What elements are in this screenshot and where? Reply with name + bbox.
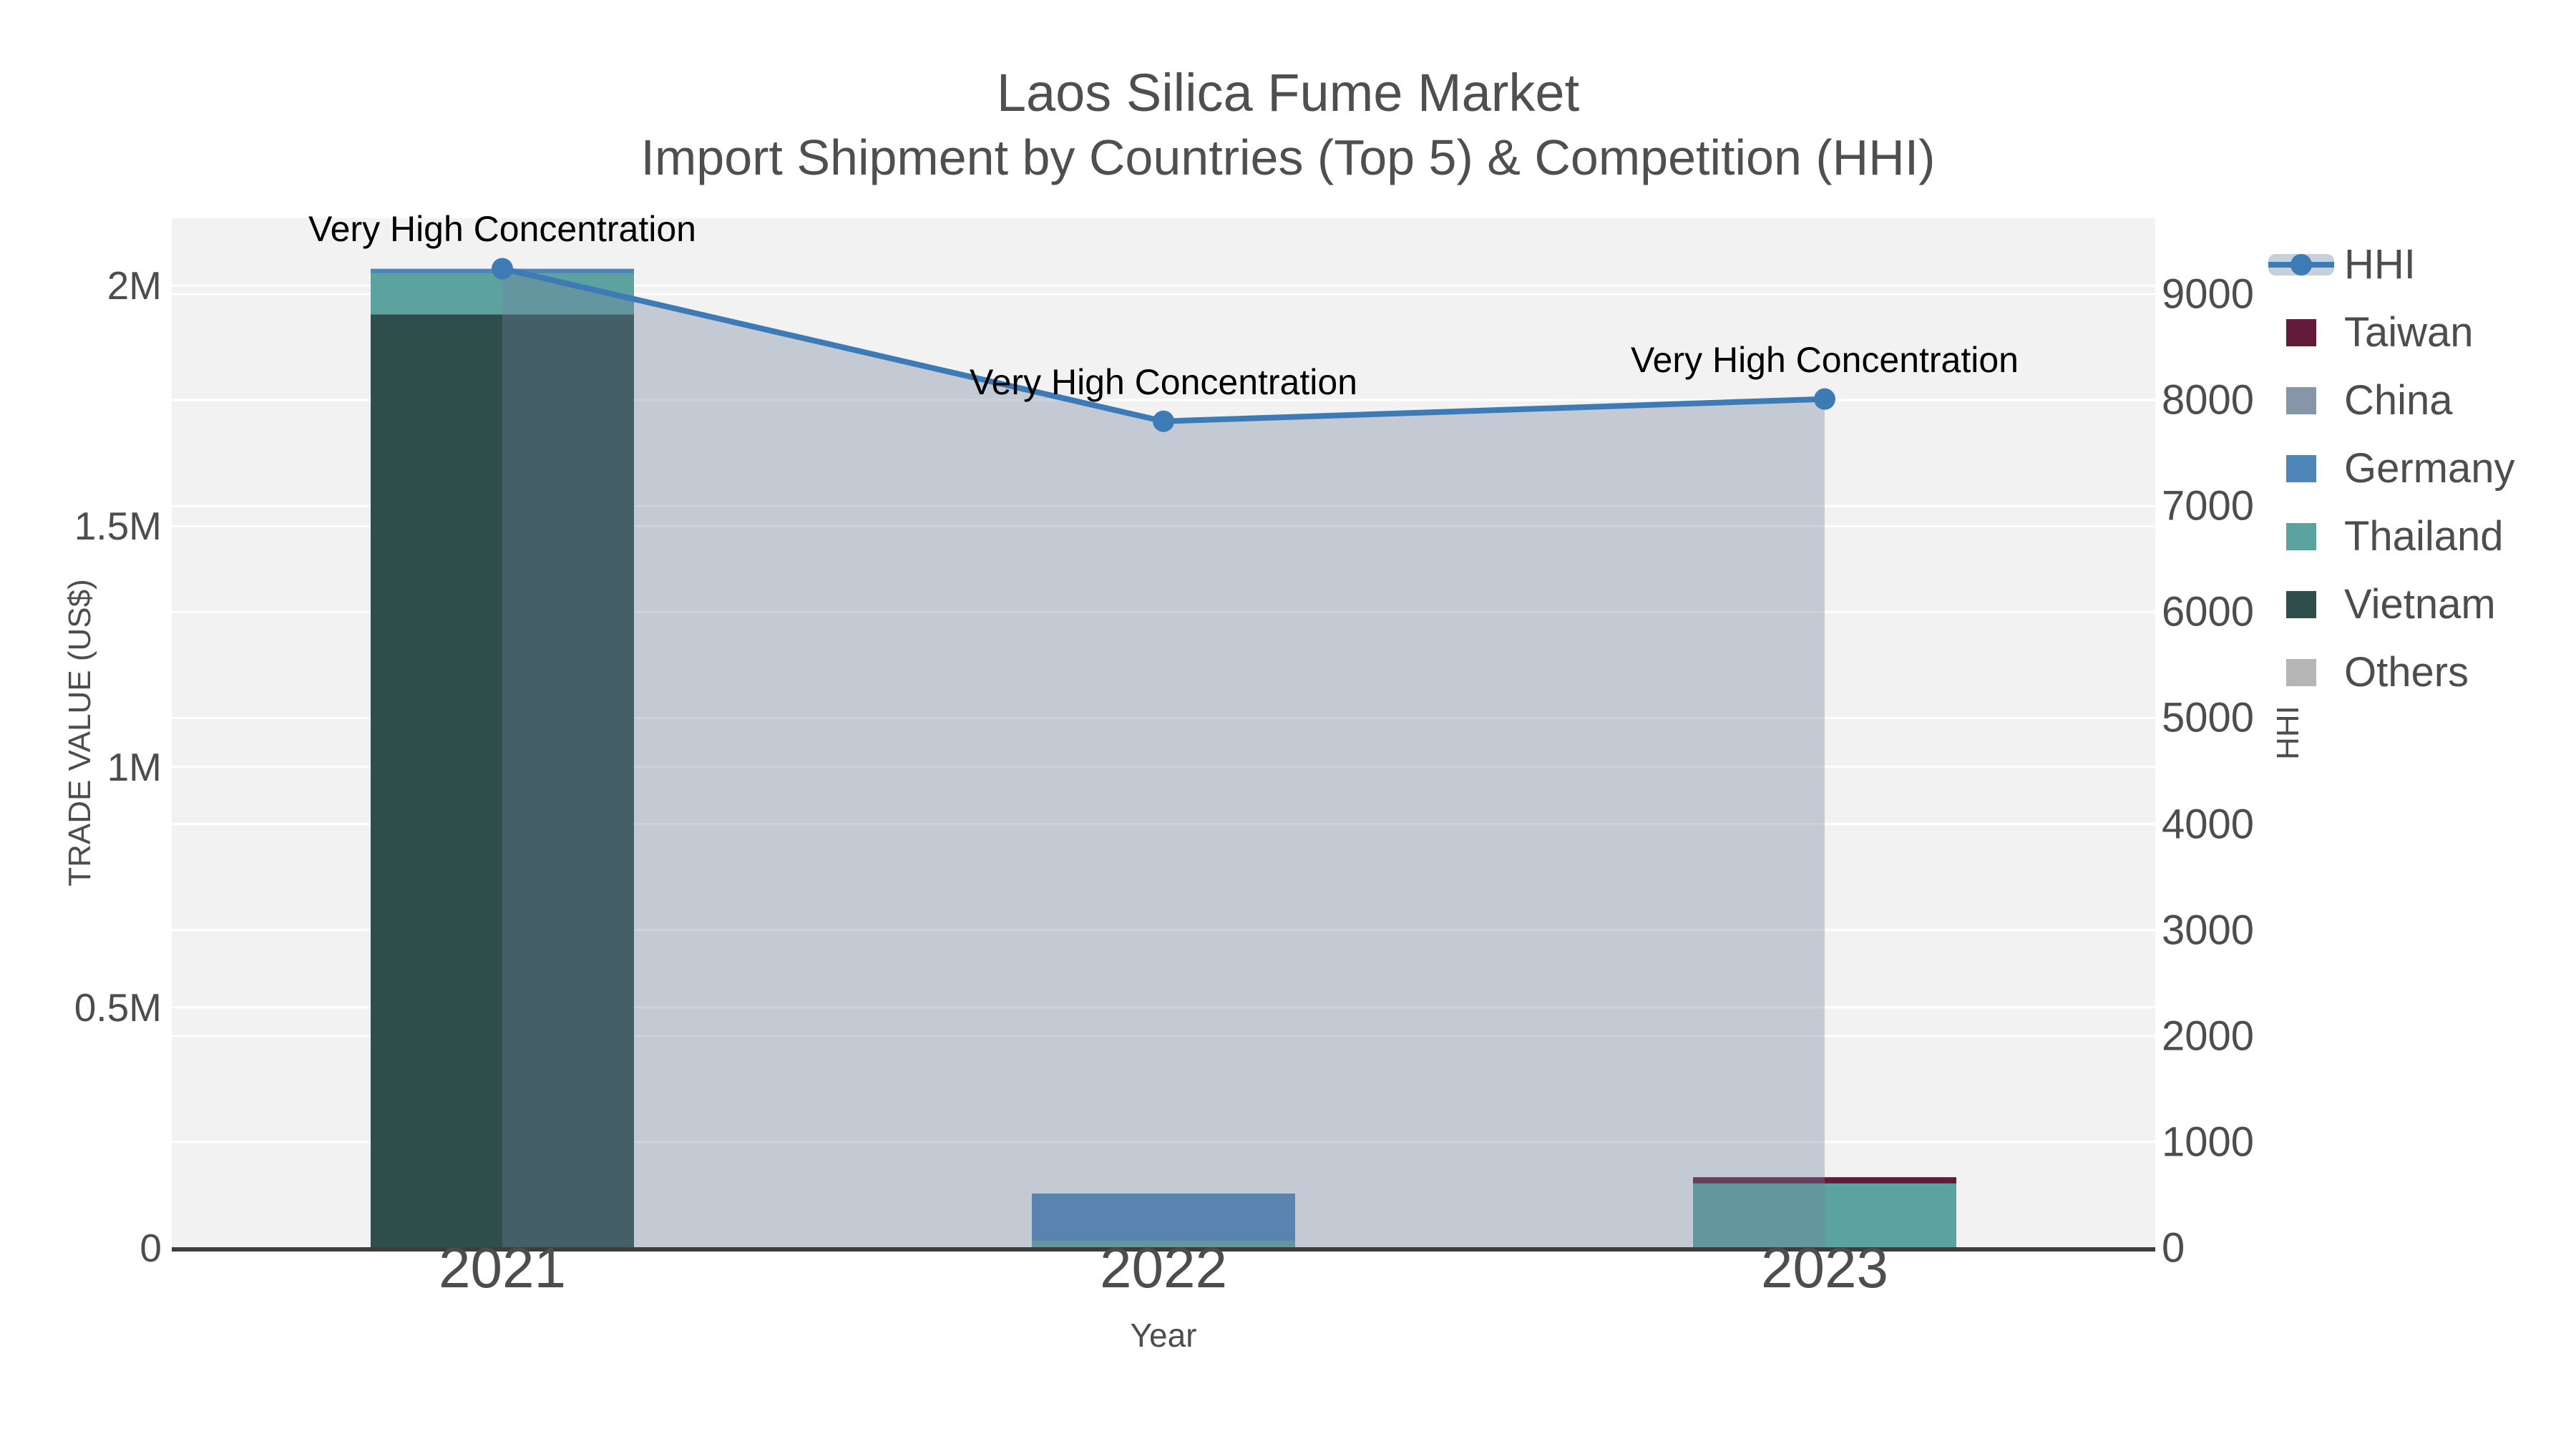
legend-label: Thailand [2344,513,2504,560]
legend-label: Germany [2344,445,2515,492]
hhi-point-2023[interactable] [1814,388,1835,410]
annotation-label: Very High Concentration [970,361,1357,402]
y-right-tick-label: 8000 [2162,376,2255,424]
x-tick-label: 2022 [1100,1236,1227,1299]
y-left-tick-label: 0.5M [74,985,162,1030]
annotation-label: Very High Concentration [308,209,696,250]
legend-item-hhi[interactable]: HHI [2261,230,2515,298]
y-right-tick-label: 6000 [2162,588,2255,635]
x-tick-label: 2023 [1761,1236,1888,1299]
legend-item-thailand[interactable]: Thailand [2261,502,2515,570]
x-axis-title: Year [1130,1317,1197,1354]
y-right-tick-label: 2000 [2162,1013,2255,1060]
others-swatch-icon [2261,658,2341,686]
y-left-tick-label: 2M [107,263,162,308]
y-right-tick-label: 7000 [2162,482,2255,530]
y-axis-right-title: HHI [2270,706,2306,760]
y-axis-left-title: TRADE VALUE (US$) [62,579,97,887]
germany-swatch-icon [2261,454,2341,482]
hhi-point-2022[interactable] [1153,410,1174,432]
y-right-tick-label: 1000 [2162,1118,2255,1166]
y-left-tick-label: 0 [140,1226,162,1270]
legend-label: China [2344,377,2453,424]
legend-item-germany[interactable]: Germany [2261,434,2515,502]
legend-label: HHI [2344,241,2416,288]
y-right-tick-label: 0 [2162,1224,2185,1272]
legend-label: Others [2344,649,2469,696]
legend-item-vietnam[interactable]: Vietnam [2261,570,2515,638]
legend-label: Taiwan [2344,309,2474,356]
page-title: Laos Silica Fume Market [996,63,1580,122]
x-tick-label: 2021 [439,1236,566,1299]
hhi-point-2021[interactable] [492,258,513,280]
legend-item-taiwan[interactable]: Taiwan [2261,298,2515,366]
page-subtitle: Import Shipment by Countries (Top 5) & C… [640,130,1936,185]
legend: HHI Taiwan China Germany Thailand Vietnam Othe… [2261,230,2515,706]
legend-label: Vietnam [2344,581,2496,628]
y-right-tick-label: 9000 [2162,270,2255,318]
y-right-tick-label: 3000 [2162,907,2255,954]
china-swatch-icon [2261,386,2341,414]
thailand-swatch-icon [2261,522,2341,550]
hhi-line-legend-icon [2261,253,2341,275]
figure: Laos Silica Fume Market Import Shipment … [0,0,2576,1449]
taiwan-swatch-icon [2261,318,2341,346]
vietnam-swatch-icon [2261,590,2341,618]
legend-item-china[interactable]: China [2261,366,2515,434]
annotation-label: Very High Concentration [1631,339,2019,380]
y-left-tick-label: 1.5M [74,504,162,549]
legend-item-others[interactable]: Others [2261,638,2515,706]
y-right-tick-label: 4000 [2162,801,2255,848]
y-right-tick-label: 5000 [2162,694,2255,741]
chart-title-block: Laos Silica Fume Market Import Shipment … [0,60,2576,189]
